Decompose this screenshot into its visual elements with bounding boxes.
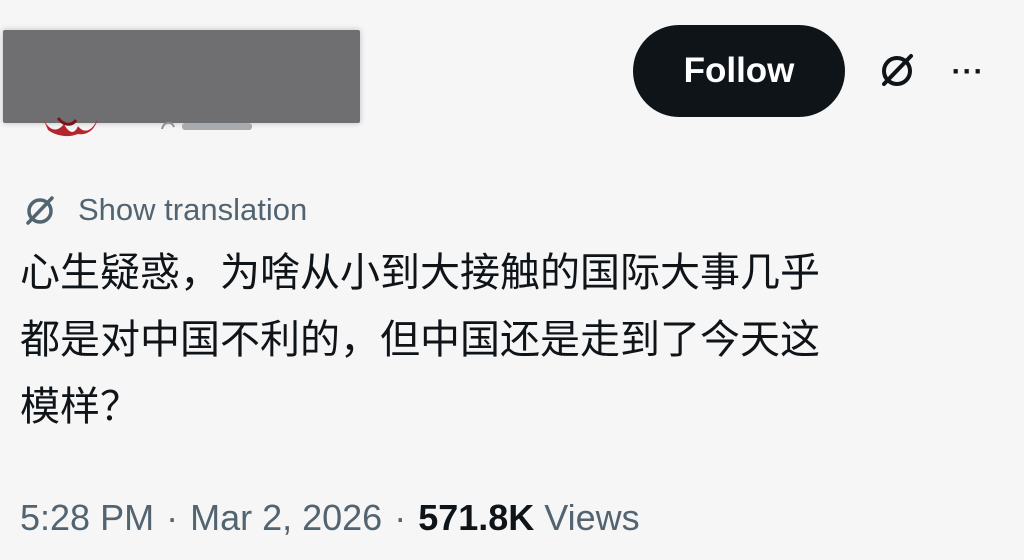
tweet-meta: 5:28 PM · Mar 2, 2026 · 571.8K Views xyxy=(20,492,640,544)
grok-button[interactable] xyxy=(870,48,924,96)
tweet-text-line: 都是对中国不利的，但中国还是走到了今天这 xyxy=(20,317,820,363)
tweet-text-line: 模样？ xyxy=(20,384,140,430)
tweet-text: 心生疑惑，为啥从小到大接触的国际大事几乎 都是对中国不利的，但中国还是走到了今天… xyxy=(20,240,980,441)
views-label: Views xyxy=(544,497,640,538)
avatar[interactable] xyxy=(38,112,108,138)
meta-separator: · xyxy=(166,497,179,538)
more-options-button[interactable]: ··· xyxy=(940,48,996,96)
tweet-text-line: 心生疑惑，为啥从小到大接触的国际大事几乎 xyxy=(20,250,820,296)
meta-separator: · xyxy=(394,497,407,538)
tweet-time[interactable]: 5:28 PM xyxy=(20,497,154,539)
grok-slash-circle-icon xyxy=(20,190,60,230)
views-count[interactable]: 571.8K xyxy=(418,497,534,539)
more-dots-icon: ··· xyxy=(951,55,985,88)
tweet-header: Follow ··· xyxy=(0,0,1024,150)
grok-slash-circle-icon xyxy=(875,48,919,97)
redacted-author-block xyxy=(3,30,360,123)
show-translation-label[interactable]: Show translation xyxy=(78,192,307,228)
author-handle-remnant xyxy=(160,118,255,130)
follow-button[interactable]: Follow xyxy=(633,25,845,117)
tweet-date[interactable]: Mar 2, 2026 xyxy=(190,497,382,539)
show-translation-link[interactable]: Show translation xyxy=(20,190,307,230)
